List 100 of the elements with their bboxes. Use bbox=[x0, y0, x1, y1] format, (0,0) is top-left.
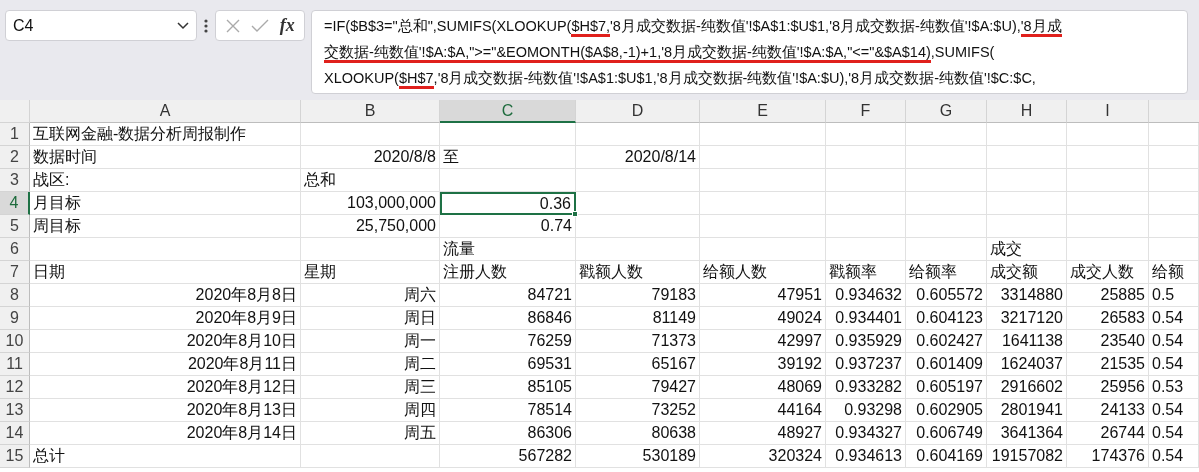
table-cell[interactable]: 2020年8月10日 bbox=[30, 330, 301, 353]
row-header[interactable]: 6 bbox=[0, 238, 30, 261]
empty-cell[interactable] bbox=[1067, 146, 1149, 169]
table-cell[interactable]: 成交人数 bbox=[1067, 261, 1149, 284]
empty-cell[interactable] bbox=[1149, 146, 1199, 169]
empty-cell[interactable] bbox=[1067, 192, 1149, 215]
select-all-button[interactable] bbox=[0, 100, 30, 123]
table-cell[interactable]: 2020年8月9日 bbox=[30, 307, 301, 330]
table-cell[interactable]: 周三 bbox=[301, 376, 440, 399]
row-header[interactable]: 3 bbox=[0, 169, 30, 192]
table-cell[interactable]: 周一 bbox=[301, 330, 440, 353]
table-cell[interactable]: 注册人数 bbox=[440, 261, 576, 284]
row-header[interactable]: 14 bbox=[0, 422, 30, 445]
table-cell[interactable]: 48069 bbox=[700, 376, 826, 399]
column-header[interactable]: C bbox=[440, 100, 576, 123]
empty-cell[interactable] bbox=[700, 169, 826, 192]
table-cell[interactable]: 65167 bbox=[576, 353, 700, 376]
table-cell[interactable]: 0.54 bbox=[1149, 399, 1199, 422]
empty-cell[interactable] bbox=[1149, 123, 1199, 146]
name-box[interactable]: C4 bbox=[5, 10, 197, 41]
empty-cell[interactable] bbox=[906, 123, 987, 146]
table-cell[interactable]: 2020年8月12日 bbox=[30, 376, 301, 399]
table-cell[interactable]: 530189 bbox=[576, 445, 700, 468]
column-header[interactable]: I bbox=[1067, 100, 1149, 123]
column-header[interactable]: F bbox=[826, 100, 906, 123]
table-cell[interactable]: 0.93298 bbox=[826, 399, 906, 422]
row-header[interactable]: 7 bbox=[0, 261, 30, 284]
table-cell[interactable]: 49024 bbox=[700, 307, 826, 330]
empty-cell[interactable] bbox=[576, 123, 700, 146]
table-cell[interactable]: 0.604169 bbox=[906, 445, 987, 468]
table-cell[interactable]: 0.602427 bbox=[906, 330, 987, 353]
empty-cell[interactable] bbox=[987, 123, 1067, 146]
empty-cell[interactable] bbox=[301, 238, 440, 261]
column-header[interactable]: E bbox=[700, 100, 826, 123]
table-cell[interactable]: 2916602 bbox=[987, 376, 1067, 399]
table-cell[interactable]: 2020年8月8日 bbox=[30, 284, 301, 307]
table-cell[interactable]: 日期 bbox=[30, 261, 301, 284]
table-cell[interactable]: 47951 bbox=[700, 284, 826, 307]
table-cell[interactable]: 周二 bbox=[301, 353, 440, 376]
table-cell[interactable]: 成交 bbox=[987, 238, 1067, 261]
table-cell[interactable]: 73252 bbox=[576, 399, 700, 422]
row-header[interactable]: 1 bbox=[0, 123, 30, 146]
table-cell[interactable]: 0.54 bbox=[1149, 445, 1199, 468]
table-cell[interactable]: 84721 bbox=[440, 284, 576, 307]
empty-cell[interactable] bbox=[576, 192, 700, 215]
table-cell[interactable]: 0.606749 bbox=[906, 422, 987, 445]
table-cell[interactable]: 至 bbox=[440, 146, 576, 169]
empty-cell[interactable] bbox=[826, 238, 906, 261]
row-header[interactable]: 9 bbox=[0, 307, 30, 330]
fill-handle[interactable] bbox=[572, 211, 578, 217]
table-cell[interactable]: 25885 bbox=[1067, 284, 1149, 307]
table-cell[interactable]: 24133 bbox=[1067, 399, 1149, 422]
table-cell[interactable]: 周日 bbox=[301, 307, 440, 330]
row-header[interactable]: 15 bbox=[0, 445, 30, 468]
empty-cell[interactable] bbox=[906, 192, 987, 215]
table-cell[interactable]: 39192 bbox=[700, 353, 826, 376]
table-cell[interactable]: 42997 bbox=[700, 330, 826, 353]
table-cell[interactable]: 80638 bbox=[576, 422, 700, 445]
table-cell[interactable]: 21535 bbox=[1067, 353, 1149, 376]
table-cell[interactable]: 174376 bbox=[1067, 445, 1149, 468]
table-cell[interactable]: 79183 bbox=[576, 284, 700, 307]
table-cell[interactable]: 25,750,000 bbox=[301, 215, 440, 238]
empty-cell[interactable] bbox=[826, 192, 906, 215]
table-cell[interactable]: 320324 bbox=[700, 445, 826, 468]
empty-cell[interactable] bbox=[1149, 215, 1199, 238]
table-cell[interactable]: 战区: bbox=[30, 169, 301, 192]
table-cell[interactable]: 流量 bbox=[440, 238, 576, 261]
row-header[interactable]: 12 bbox=[0, 376, 30, 399]
empty-cell[interactable] bbox=[700, 192, 826, 215]
empty-cell[interactable] bbox=[700, 123, 826, 146]
row-header[interactable]: 13 bbox=[0, 399, 30, 422]
table-cell[interactable]: 86846 bbox=[440, 307, 576, 330]
table-cell[interactable]: 成交额 bbox=[987, 261, 1067, 284]
table-cell[interactable]: 戳额人数 bbox=[576, 261, 700, 284]
table-cell[interactable]: 25956 bbox=[1067, 376, 1149, 399]
table-cell[interactable]: 给额 bbox=[1149, 261, 1199, 284]
empty-cell[interactable] bbox=[987, 192, 1067, 215]
table-cell[interactable]: 给额率 bbox=[906, 261, 987, 284]
table-cell[interactable]: 69531 bbox=[440, 353, 576, 376]
table-cell[interactable]: 0.937237 bbox=[826, 353, 906, 376]
table-cell[interactable]: 3217120 bbox=[987, 307, 1067, 330]
table-cell[interactable]: 1641138 bbox=[987, 330, 1067, 353]
insert-function-button[interactable]: fx bbox=[279, 12, 295, 39]
table-cell[interactable]: 周六 bbox=[301, 284, 440, 307]
table-cell[interactable]: 3314880 bbox=[987, 284, 1067, 307]
table-cell[interactable]: 0.54 bbox=[1149, 422, 1199, 445]
empty-cell[interactable] bbox=[700, 238, 826, 261]
row-header[interactable]: 2 bbox=[0, 146, 30, 169]
empty-cell[interactable] bbox=[1149, 238, 1199, 261]
column-header[interactable]: A bbox=[30, 100, 301, 123]
empty-cell[interactable] bbox=[1067, 238, 1149, 261]
empty-cell[interactable] bbox=[1149, 192, 1199, 215]
table-cell[interactable]: 0.602905 bbox=[906, 399, 987, 422]
table-cell[interactable]: 26744 bbox=[1067, 422, 1149, 445]
table-cell[interactable]: 月目标 bbox=[30, 192, 301, 215]
table-cell[interactable]: 1624037 bbox=[987, 353, 1067, 376]
empty-cell[interactable] bbox=[700, 215, 826, 238]
table-cell[interactable]: 0.54 bbox=[1149, 353, 1199, 376]
table-cell[interactable]: 78514 bbox=[440, 399, 576, 422]
table-cell[interactable]: 19157082 bbox=[987, 445, 1067, 468]
